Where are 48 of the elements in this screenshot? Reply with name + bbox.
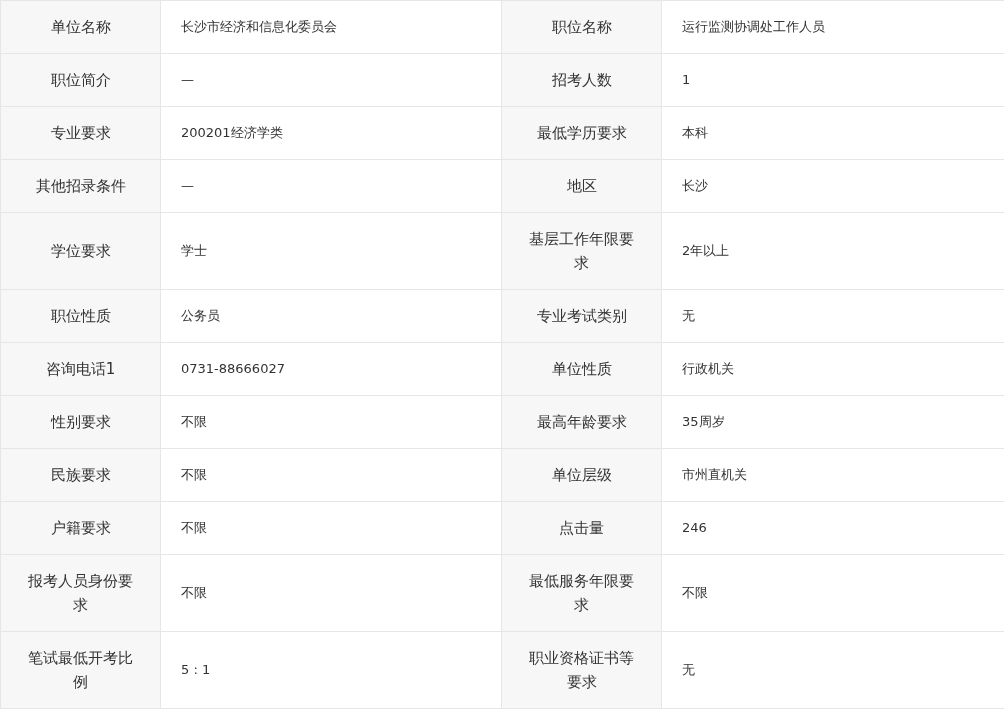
field-value: 0731-88666027 <box>160 342 502 396</box>
field-label: 咨询电话1 <box>0 342 161 396</box>
field-value: 本科 <box>661 106 1004 160</box>
field-label: 户籍要求 <box>0 501 161 555</box>
field-label: 职位性质 <box>0 289 161 343</box>
field-label: 职位简介 <box>0 53 161 107</box>
field-label: 职业资格证书等要求 <box>501 631 662 709</box>
field-label: 单位名称 <box>0 0 161 54</box>
field-label: 性别要求 <box>0 395 161 449</box>
field-value: — <box>160 53 502 107</box>
field-label: 报考人员身份要求 <box>0 554 161 632</box>
field-value: 市州直机关 <box>661 448 1004 502</box>
field-label: 点击量 <box>501 501 662 555</box>
field-value: 运行监测协调处工作人员 <box>661 0 1004 54</box>
field-value: 不限 <box>160 554 502 632</box>
field-label: 专业考试类别 <box>501 289 662 343</box>
field-value: 长沙 <box>661 159 1004 213</box>
field-label: 地区 <box>501 159 662 213</box>
field-label: 单位性质 <box>501 342 662 396</box>
field-value: 246 <box>661 501 1004 555</box>
field-value: 无 <box>661 289 1004 343</box>
field-value: 不限 <box>160 395 502 449</box>
field-label: 最低学历要求 <box>501 106 662 160</box>
field-value: 长沙市经济和信息化委员会 <box>160 0 502 54</box>
field-label: 招考人数 <box>501 53 662 107</box>
field-value: 不限 <box>661 554 1004 632</box>
field-label: 其他招录条件 <box>0 159 161 213</box>
field-label: 笔试最低开考比例 <box>0 631 161 709</box>
field-value: 不限 <box>160 501 502 555</box>
field-value: 学士 <box>160 212 502 290</box>
field-value: 公务员 <box>160 289 502 343</box>
field-value: 不限 <box>160 448 502 502</box>
field-label: 专业要求 <box>0 106 161 160</box>
field-value: 1 <box>661 53 1004 107</box>
field-label: 最低服务年限要求 <box>501 554 662 632</box>
field-value: 5 : 1 <box>160 631 502 709</box>
field-value: 2年以上 <box>661 212 1004 290</box>
field-value: 35周岁 <box>661 395 1004 449</box>
field-value: — <box>160 159 502 213</box>
field-label: 民族要求 <box>0 448 161 502</box>
field-value: 行政机关 <box>661 342 1004 396</box>
field-label: 最高年龄要求 <box>501 395 662 449</box>
field-label: 职位名称 <box>501 0 662 54</box>
field-value: 200201经济学类 <box>160 106 502 160</box>
field-value: 无 <box>661 631 1004 709</box>
field-label: 学位要求 <box>0 212 161 290</box>
field-label: 单位层级 <box>501 448 662 502</box>
field-label: 基层工作年限要求 <box>501 212 662 290</box>
